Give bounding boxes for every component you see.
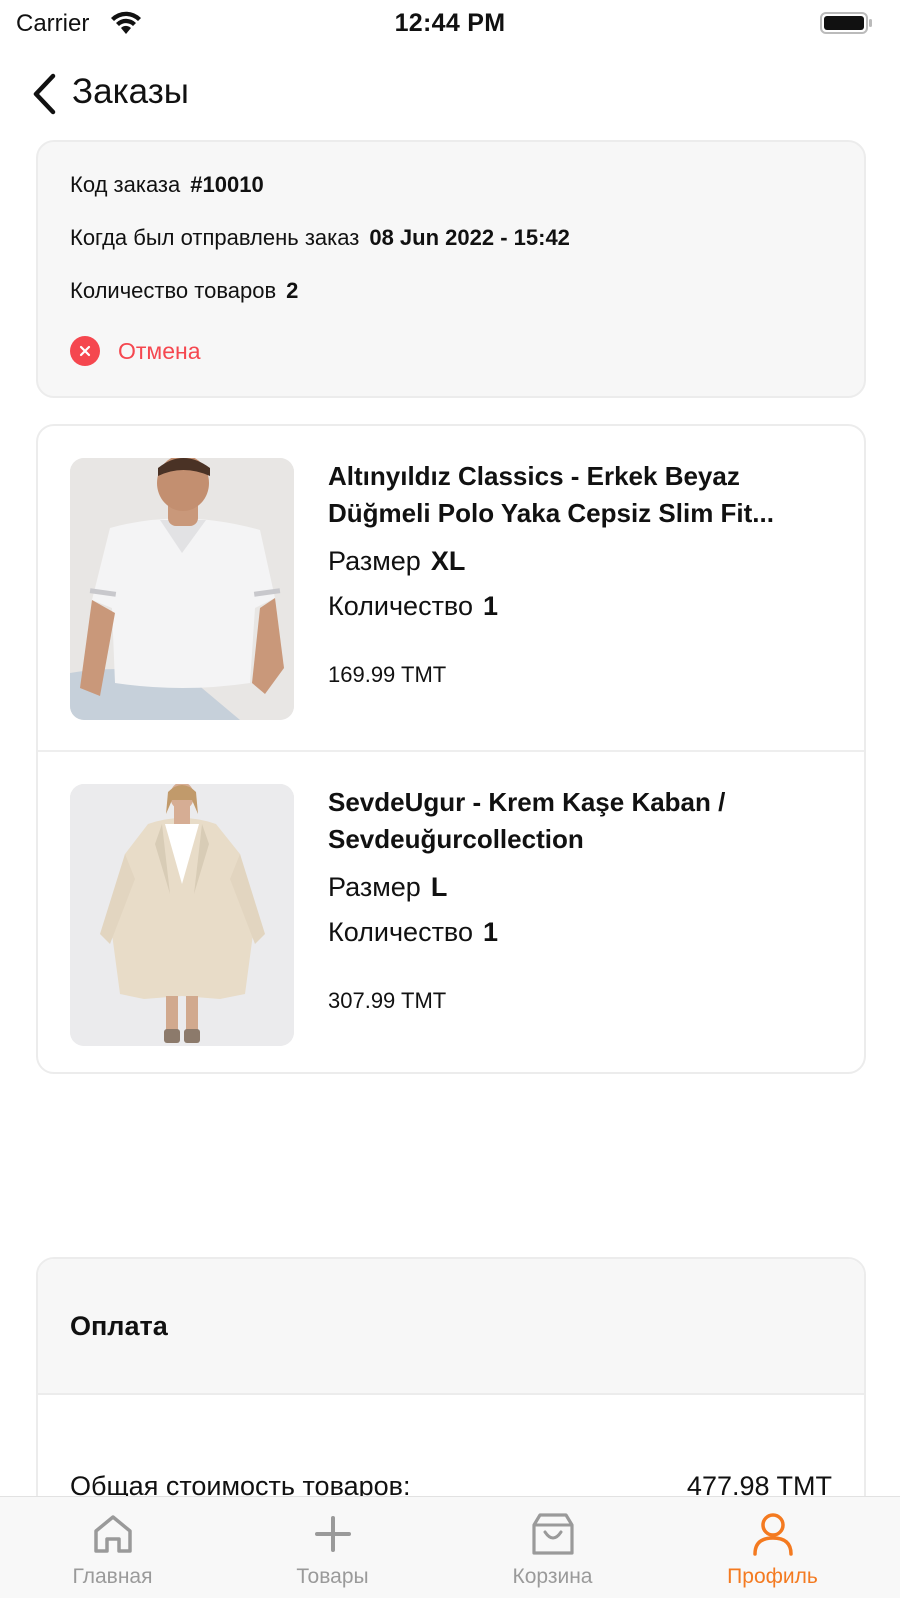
product-quantity: Количество 1 [328,591,498,622]
product-image [70,458,294,720]
back-button[interactable] [22,68,66,120]
tab-home[interactable]: Главная [0,1497,225,1598]
tab-label: Профиль [727,1565,818,1588]
tab-label: Корзина [512,1565,593,1588]
item-count-row: Количество товаров 2 [70,278,298,304]
order-date-label: Когда был отправлень заказ [70,225,360,250]
status-bar: Carrier 12:44 PM [0,0,900,48]
clock: 12:44 PM [394,9,506,37]
product-quantity: Количество 1 [328,917,498,948]
chevron-left-icon [33,73,56,115]
bag-icon [532,1513,574,1555]
list-item[interactable]: Altınyıldız Classics - Erkek Beyaz Düğme… [38,426,864,750]
product-image [70,784,294,1046]
quantity-value: 1 [483,917,499,947]
item-count-value: 2 [286,278,299,303]
order-date-row: Когда был отправлень заказ 08 Jun 2022 - … [70,225,570,251]
size-label: Размер [328,872,421,902]
list-item[interactable]: SevdeUgur - Krem Kaşe Kaban / Sevdeuğurc… [38,750,864,1074]
order-items-card: Altınyıldız Classics - Erkek Beyaz Düğme… [36,424,866,1074]
order-info-card: Код заказа #10010 Когда был отправлень за… [36,140,866,398]
nav-header: Заказы [0,60,900,130]
status-badge: Отмена [118,337,201,364]
product-title: Altınyıldız Classics - Erkek Beyaz Düğme… [328,461,774,528]
quantity-label: Количество [328,591,473,621]
cancel-icon [70,336,100,366]
tab-profile[interactable]: Профиль [660,1497,885,1598]
tab-label: Товары [296,1565,369,1588]
tab-cart[interactable]: Корзина [440,1497,665,1598]
tab-label: Главная [72,1565,153,1588]
size-label: Размер [328,546,421,576]
tab-products[interactable]: Товары [220,1497,445,1598]
product-price: 169.99 TMT [328,662,447,687]
order-code-value: #10010 [190,172,264,197]
order-date-value: 08 Jun 2022 - 15:42 [369,225,570,250]
product-title: SevdeUgur - Krem Kaşe Kaban / Sevdeuğurc… [328,787,726,854]
product-price: 307.99 TMT [328,988,447,1013]
order-code-row: Код заказа #10010 [70,172,264,198]
size-value: XL [430,546,466,576]
quantity-label: Количество [328,917,473,947]
tab-bar: Главная Товары Корзина Профиль [0,1496,900,1598]
home-icon [94,1515,132,1553]
quantity-value: 1 [483,591,499,621]
order-status: Отмена [70,336,201,366]
item-count-label: Количество товаров [70,278,277,303]
size-value: L [430,872,448,902]
product-size: Размер XL [328,546,465,577]
page-title: Заказы [72,72,189,111]
battery-icon [820,12,872,34]
product-size: Размер L [328,872,447,903]
payment-header: Оплата [38,1259,864,1395]
payment-title: Оплата [70,1311,168,1341]
order-code-label: Код заказа [70,172,181,197]
profile-icon [753,1513,793,1556]
plus-icon [315,1516,351,1552]
